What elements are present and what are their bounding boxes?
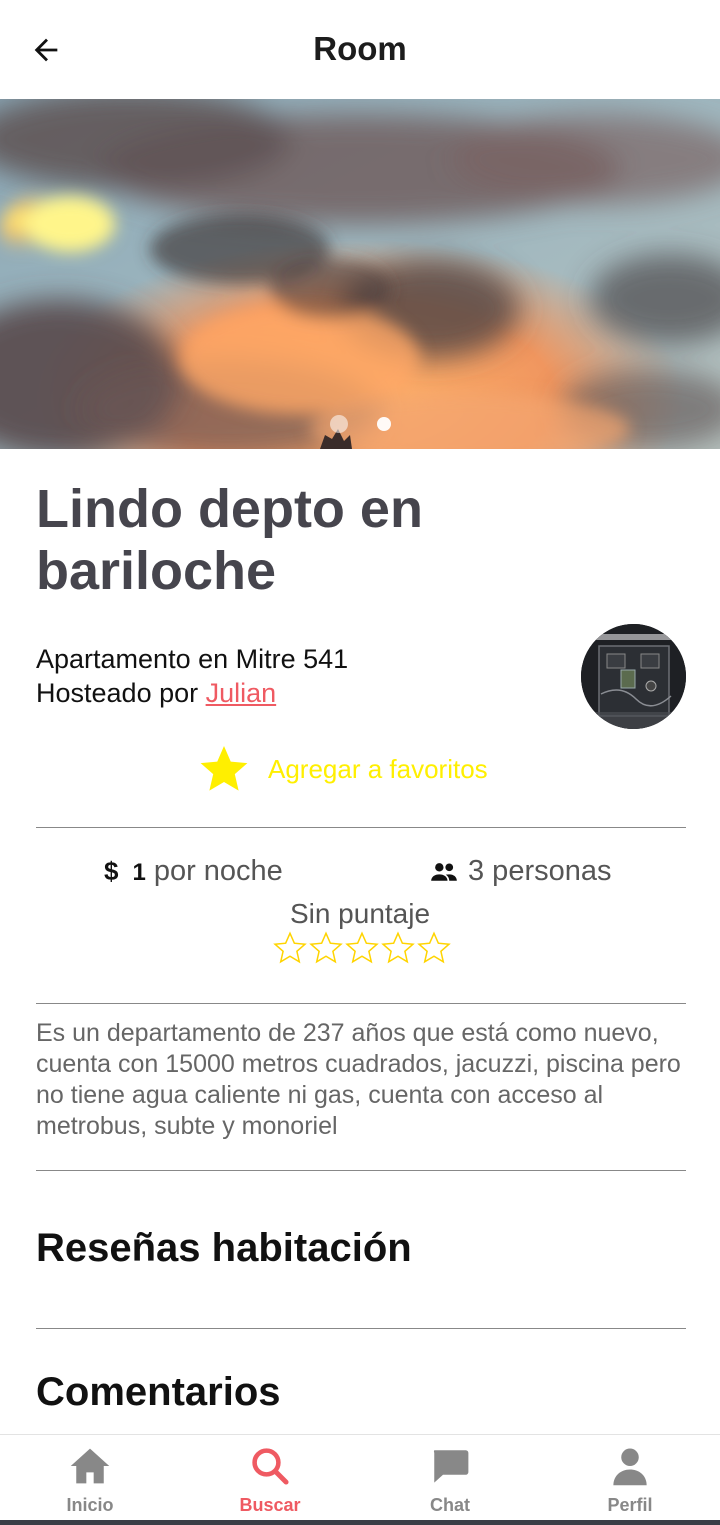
page-title: Room [313,30,407,67]
search-icon [252,1448,289,1485]
star-outline-icon[interactable] [380,930,416,971]
dollar-icon: $ [104,856,119,886]
guests-label: 3 personas [468,855,612,887]
nav-item-perfil[interactable]: Perfil [540,1435,720,1521]
divider [36,827,686,828]
people-icon [431,862,457,881]
bottom-navigation: Inicio Buscar Chat Perfil [0,1434,720,1525]
rating-label: Sin puntaje [289,898,431,929]
hosted-by-label: Hosteado por [36,678,206,708]
room-photo [0,99,720,449]
host-line: Hosteado por Julian [36,678,276,709]
photo-carousel[interactable] [0,99,720,449]
divider [36,1328,686,1329]
host-avatar[interactable] [581,624,686,729]
system-home-bar [0,1520,720,1525]
favorite-label: Agregar a favoritos [268,753,488,784]
listing-title: Lindo depto en bariloche [36,479,423,601]
star-outline-icon[interactable] [416,930,452,971]
comments-heading: Comentarios [36,1370,281,1414]
rating-stars[interactable] [272,930,452,971]
top-app-bar: Room [0,0,720,99]
guests-info: 3 personas [430,855,612,888]
divider [36,1003,686,1004]
nav-label: Chat [430,1495,470,1515]
nav-label: Inicio [66,1495,114,1515]
carousel-dot-1[interactable] [330,415,348,433]
star-outline-icon[interactable] [344,930,380,971]
star-outline-icon[interactable] [308,930,344,971]
price-suffix: por noche [153,855,283,887]
reviews-heading: Reseñas habitación [36,1226,412,1270]
listing-description: Es un departamento de 237 años que está … [36,1019,681,1140]
user-icon [613,1448,647,1486]
nav-item-buscar[interactable]: Buscar [180,1435,360,1521]
star-outline-icon[interactable] [272,930,308,971]
price-value: 1 [132,859,146,886]
carousel-dot-2[interactable] [377,417,391,431]
price-info: $ 1 por noche [104,855,283,888]
listing-address: Apartamento en Mitre 541 [36,644,349,674]
avatar-photo [581,624,686,729]
nav-item-inicio[interactable]: Inicio [0,1435,180,1521]
divider [36,1170,686,1171]
home-icon [70,1448,110,1484]
nav-label: Perfil [607,1495,653,1515]
add-favorite-button[interactable]: Agregar a favoritos [196,742,488,796]
star-filled-icon [200,746,248,791]
chat-icon [433,1450,469,1483]
nav-label: Buscar [239,1495,301,1515]
nav-item-chat[interactable]: Chat [360,1435,540,1521]
host-link[interactable]: Julian [206,678,277,708]
